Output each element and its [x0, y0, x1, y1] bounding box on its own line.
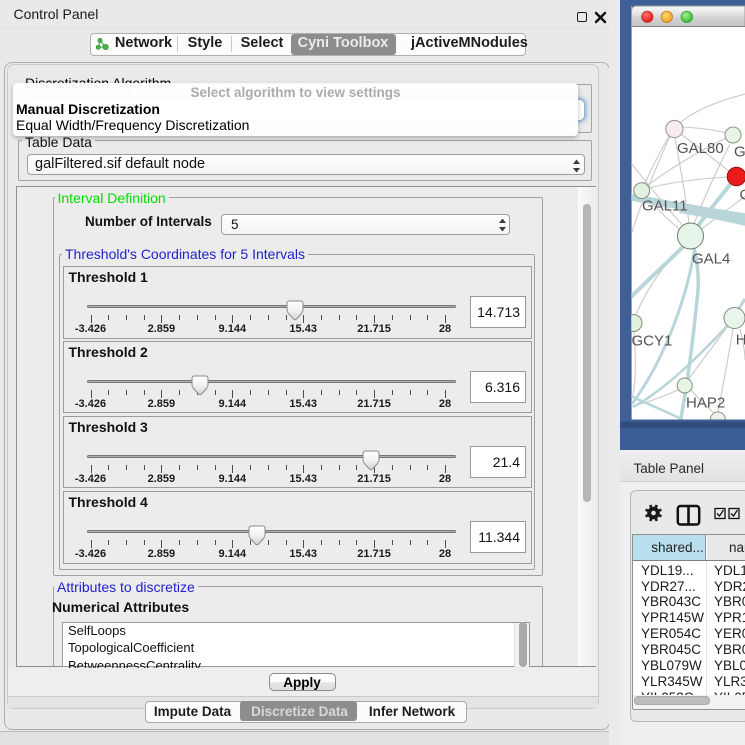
- svg-text:GAL80: GAL80: [677, 140, 724, 157]
- svg-text:C: C: [740, 187, 745, 204]
- svg-text:G.: G.: [734, 144, 745, 161]
- svg-text:GAL11: GAL11: [642, 198, 688, 215]
- svg-text:GAL4: GAL4: [692, 251, 730, 268]
- svg-text:GCY1: GCY1: [632, 333, 673, 350]
- svg-text:HAP2: HAP2: [686, 394, 725, 411]
- svg-text:HI: HI: [736, 332, 745, 349]
